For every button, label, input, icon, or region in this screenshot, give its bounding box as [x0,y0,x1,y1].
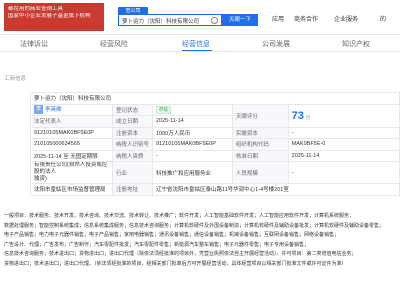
value: 2025-11-14 [287,149,400,162]
business-scope: 一般项目：技术服务、技术开发、技术咨询、技术交流、技术转让、技术推广；软件开发；… [4,212,396,269]
search-input[interactable]: 萝卜运力（沈阳）科技有限公司 [118,14,222,26]
value: MAK0BF5E-0 [287,138,400,151]
value: 2025-11-14 至 无固定期限 [30,149,113,162]
legal-rep-cell: 李李英卿 [30,103,113,116]
brand-banner[interactable]: 都在用的商业查询工具 国家中小企业发展子基金旗下机构 [4,3,104,31]
status-badge: 存续 [155,105,171,114]
label: 成立日期 [111,115,153,128]
legal-rep-avatar: 李 [34,105,43,115]
value: 沈阳市皇姑区市场监督管理局 [30,183,113,196]
scope-line: 信息技术咨询服务；技术进出口；货物进出口；进出口代理（除依法须经批准的项目外，凭… [4,251,357,257]
search-icon [211,17,218,24]
tab-ip[interactable]: 知识产权 [342,39,370,49]
value: 辽宁省沈阳市皇姑区泰山路11号华润中心1-4号楼201室 [151,183,400,196]
company-name: 萝卜运力（沈阳）科技有限公司 [30,92,400,105]
value: 91210105MAK0BF5E0P [30,126,113,139]
company-type-cell: 有限责任公司(自然人投资或控股的法人 独资) [30,161,113,184]
table-row: 有限责任公司(自然人投资或控股的法人 独资) 行业 科技推广和应用服务业 人员规… [30,161,400,184]
label: 组织机构代码 [231,138,289,151]
scope-line: 电子产品销售；电力电子元器件销售；电子产品销售；家用电器销售；通讯设备销售；通信… [4,232,340,238]
table-row: 萝卜运力（沈阳）科技有限公司 [30,92,400,105]
value: 科技推广和应用服务业 [151,161,233,184]
label: 注册资本 [111,126,153,139]
section-title: 工商信息 [4,76,27,82]
business-info-table: 萝卜运力（沈阳）科技有限公司 李李英卿 登记状态 存续 天眼评分 73 分 法定… [30,92,400,196]
banner-line: 都在用的商业查询工具 [8,6,64,12]
top-header: 都在用的商业查询工具 国家中小企业发展子基金旗下机构 查公司 萝卜运力（沈阳）科… [0,0,400,35]
label: 纳税人资质 [111,149,153,162]
value: 2025-11-14 [151,115,233,128]
nav-user[interactable]: 的 [380,14,386,23]
value: 210105000634565 [30,138,113,151]
reg-status-cell: 存续 [151,103,233,116]
label: 核准日期 [231,149,289,162]
scope-line: 广告设计、代理；广告发布；广告制作；汽车零配件批发；汽车零配件零售；新能源汽车整… [4,241,310,248]
table-row: 91210105MAK0BF5E0P 注册资本 1000万人民币 实缴资本 - [30,126,400,139]
scope-line: 一般项目：技术服务、技术开发、技术咨询、技术交流、技术转让、技术推广；软件开发；… [4,213,355,219]
table-row: 2025-11-14 至 无固定期限 纳税人资质 - 核准日期 2025-11-… [30,149,400,162]
score-unit: 分 [305,114,311,121]
nav-apps[interactable]: 应用 [272,14,284,23]
score-value: 73 [291,109,304,122]
table-row: 210105000634565 纳税人识别号 91210105MAK0BF5E0… [30,138,400,151]
value: 91210105MAK0BF5E0P [151,138,233,151]
label: 行业 [111,161,153,184]
tab-development[interactable]: 公司发展 [262,39,290,49]
nav-enterprise-service[interactable]: 企业服务 [334,14,358,23]
tab-legal[interactable]: 法律诉讼 [20,39,48,49]
label: 法定代表人 [30,115,113,128]
scope-line: 货物进出口；技术进出口；进出口代理。（依法须经批准的项目，经相关部门批准后方可开… [4,260,347,267]
section-tabs: 法律诉讼 经营风险 经营信息 公司发展 知识产权 [0,35,400,52]
value: 1000万人民币 [151,126,233,139]
value: 独资) [34,176,47,182]
value: - [287,161,400,184]
tab-risk[interactable]: 经营风险 [100,39,128,49]
banner-line: 国家中小企业发展子基金旗下机构 [8,13,91,19]
value: 有限责任公司(自然人投资或控股的法人 [34,162,108,176]
search-button[interactable]: 天眼一下 [222,14,258,26]
table-row: 沈阳市皇姑区市场监督管理局 注册地址 辽宁省沈阳市皇姑区泰山路11号华润中心1-… [30,183,400,196]
scope-line: 数据处理服务；智能控制系统集成；信息系统集成服务；信息技术咨询服务；计算机软硬件… [4,222,385,229]
nav-business[interactable]: 商务合作 [294,14,318,23]
value: - [151,149,233,162]
label: 注册地址 [111,183,153,196]
value: - [287,126,400,139]
search-query: 萝卜运力（沈阳）科技有限公司 [122,19,200,25]
label: 登记状态 [111,103,153,116]
label: 天眼评分 [231,103,289,128]
tab-business-info[interactable]: 经营信息 [182,39,210,49]
label: 纳税人识别号 [111,138,153,151]
active-tab-indicator [182,50,212,51]
label: 实缴资本 [231,126,289,139]
label: 人员规模 [231,161,289,184]
legal-rep-name[interactable]: 李英卿 [45,107,62,113]
table-row: 李李英卿 登记状态 存续 天眼评分 73 分 [30,103,400,128]
score-cell: 73 分 [287,103,400,128]
